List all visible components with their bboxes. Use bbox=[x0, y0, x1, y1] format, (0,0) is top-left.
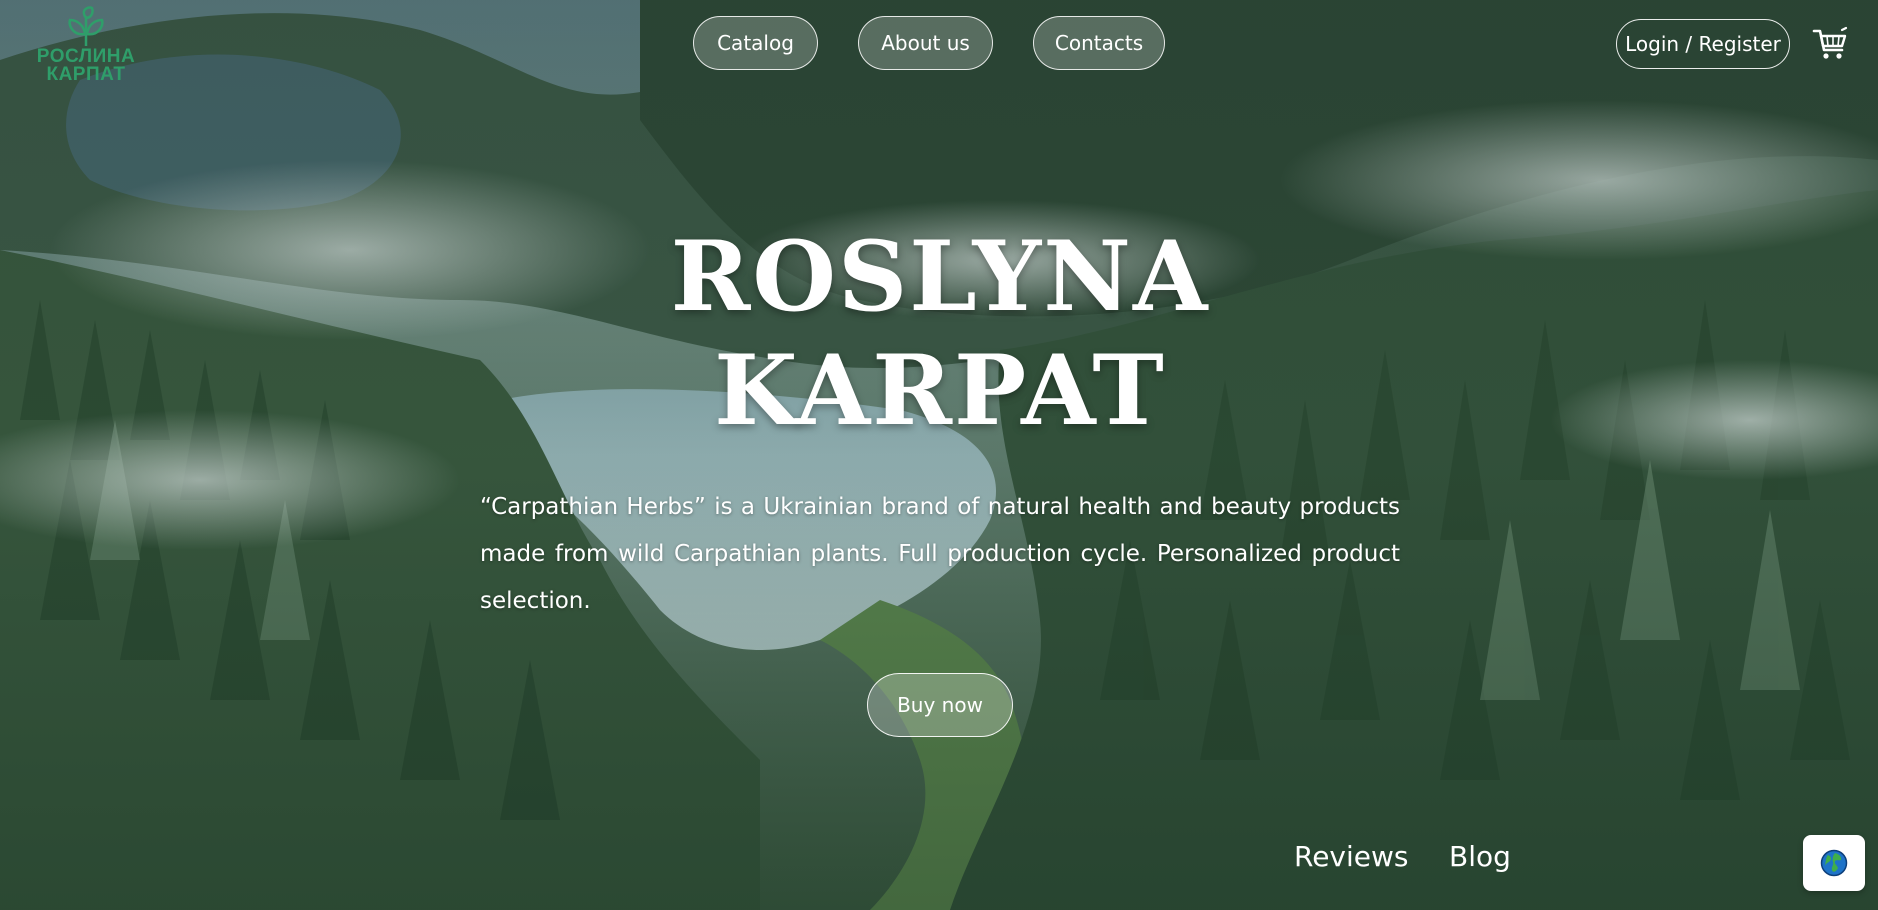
hero-section: РОСЛИНА КАРПАТ Catalog About us Contacts… bbox=[0, 0, 1878, 910]
brand-logo[interactable]: РОСЛИНА КАРПАТ bbox=[30, 6, 142, 92]
cart-icon[interactable] bbox=[1812, 26, 1848, 62]
logo-line-2: КАРПАТ bbox=[46, 64, 126, 85]
leaf-logo-icon bbox=[68, 6, 104, 47]
globe-icon bbox=[1820, 849, 1848, 877]
language-widget-button[interactable] bbox=[1803, 835, 1865, 891]
nav-contacts-button[interactable]: Contacts bbox=[1033, 16, 1165, 70]
buy-now-button[interactable]: Buy now bbox=[867, 673, 1013, 737]
nav-catalog-button[interactable]: Catalog bbox=[693, 16, 818, 70]
hero-title-line-2: KARPAT bbox=[714, 334, 1166, 447]
hero-title-line-1: ROSLYNA bbox=[670, 220, 1210, 333]
hero-title: ROSLYNA KARPAT bbox=[540, 220, 1340, 448]
reviews-link[interactable]: Reviews bbox=[1294, 840, 1409, 873]
login-register-button[interactable]: Login / Register bbox=[1616, 19, 1790, 69]
blog-link[interactable]: Blog bbox=[1449, 840, 1511, 873]
hero-description: “Carpathian Herbs” is a Ukrainian brand … bbox=[480, 494, 1400, 614]
background-overlay bbox=[0, 0, 1878, 910]
nav-about-button[interactable]: About us bbox=[858, 16, 993, 70]
